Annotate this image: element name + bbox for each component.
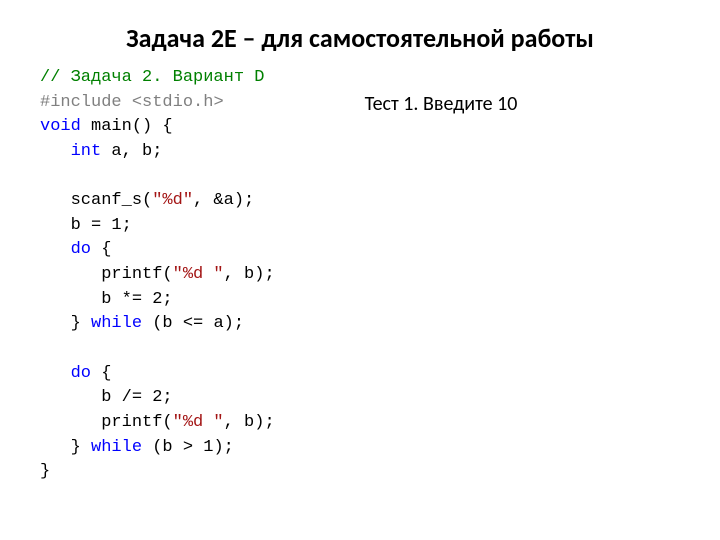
page-title: Задача 2E – для самостоятельной работы	[0, 0, 720, 66]
test-line1: Тест 1. Введите 10	[365, 92, 518, 116]
content-container: // Задача 2. Вариант D #include <stdio.h…	[0, 66, 720, 485]
code-printf1a: printf(	[40, 265, 173, 284]
code-str-d: "%d"	[152, 191, 193, 210]
code-kw-int: int	[71, 142, 102, 161]
code-main-sig: main() {	[81, 117, 173, 136]
code-close2: }	[40, 438, 91, 457]
code-str-d-sp1: "%d "	[173, 265, 224, 284]
code-printf2a: printf(	[40, 413, 173, 432]
code-preproc: #include	[40, 93, 122, 112]
code-include-target: <stdio.h>	[132, 93, 224, 112]
code-scanf-tail: , &a);	[193, 191, 254, 210]
code-cond1: (b <= a);	[142, 314, 244, 333]
code-brace1: {	[91, 240, 111, 259]
code-kw-void: void	[40, 117, 81, 136]
code-block: // Задача 2. Вариант D #include <stdio.h…	[40, 66, 275, 485]
code-printf2b: , b);	[224, 413, 275, 432]
code-brace2: {	[91, 364, 111, 383]
code-kw-while2: while	[91, 438, 142, 457]
code-printf1b: , b);	[224, 265, 275, 284]
code-kw-do1: do	[71, 240, 91, 259]
code-str-d-sp2: "%d "	[173, 413, 224, 432]
code-kw-do2: do	[71, 364, 91, 383]
code-scanf: scanf_s(	[40, 191, 152, 210]
code-b-mul2: b *= 2;	[40, 290, 173, 309]
code-b-eq-1: b = 1;	[40, 216, 132, 235]
code-kw-while1: while	[91, 314, 142, 333]
code-decl: a, b;	[101, 142, 162, 161]
code-close1: }	[40, 314, 91, 333]
code-comment: // Задача 2. Вариант D	[40, 68, 264, 87]
test-block: Тест 1. Введите 10	[365, 91, 518, 485]
code-end-brace: }	[40, 462, 50, 481]
code-b-div2: b /= 2;	[40, 388, 173, 407]
code-cond2: (b > 1);	[142, 438, 234, 457]
